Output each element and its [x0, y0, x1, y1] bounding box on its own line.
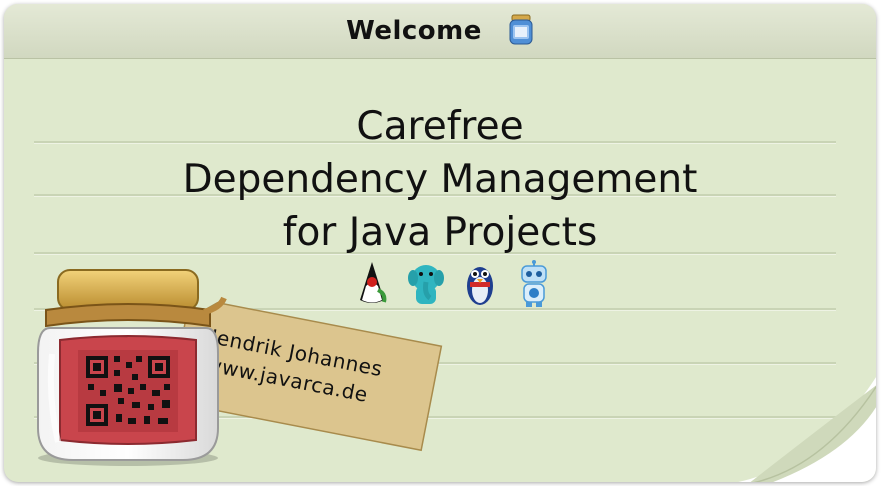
- duke-icon: [360, 262, 387, 303]
- penguin-icon: [467, 267, 493, 305]
- page-curl: [738, 377, 876, 482]
- mascot-row: [354, 260, 552, 308]
- jar-icon: [509, 14, 533, 45]
- window-title: Welcome: [346, 16, 482, 46]
- heading-line-2: Dependency Management: [182, 157, 698, 202]
- jar-logo: [37, 269, 227, 466]
- main-heading: Carefree Dependency Management for Java …: [4, 100, 876, 259]
- robot-icon: [521, 260, 547, 307]
- heading-line-3: for Java Projects: [282, 210, 598, 255]
- title-bar: Welcome: [4, 4, 876, 59]
- elephant-icon: [408, 265, 444, 304]
- heading-line-1: Carefree: [356, 104, 524, 149]
